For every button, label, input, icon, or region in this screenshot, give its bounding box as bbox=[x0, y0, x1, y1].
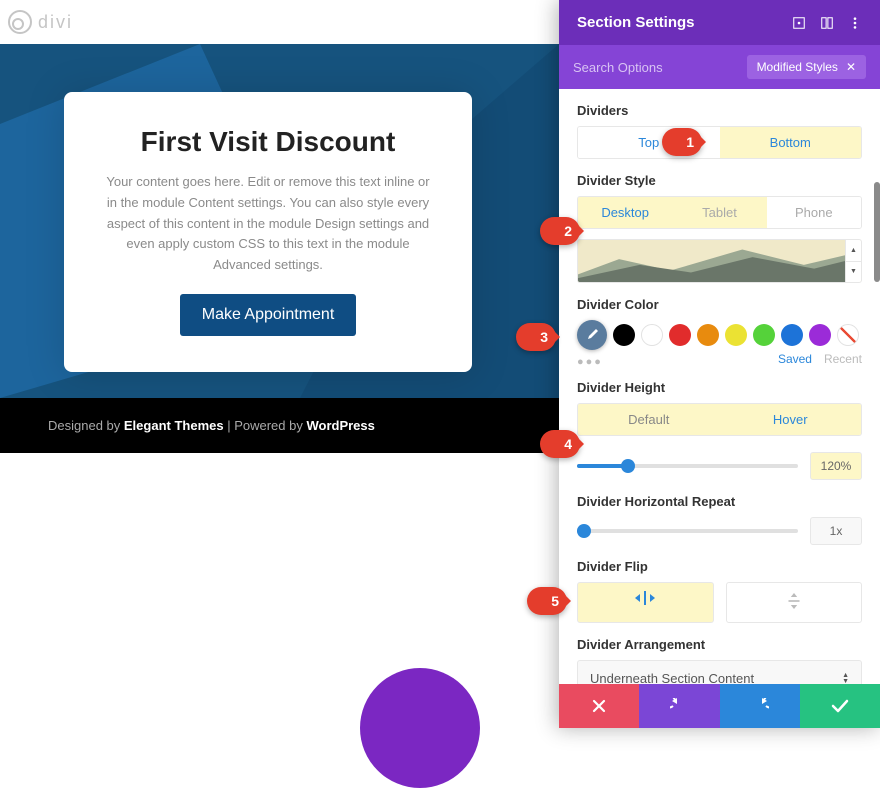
panel-title: Section Settings bbox=[577, 14, 695, 31]
layout-icon[interactable] bbox=[820, 16, 834, 30]
undo-button[interactable] bbox=[639, 684, 719, 728]
swatch-white[interactable] bbox=[641, 324, 663, 346]
dividers-label: Dividers bbox=[577, 103, 862, 118]
color-picker-button[interactable] bbox=[577, 320, 607, 350]
swatch-red[interactable] bbox=[669, 324, 691, 346]
tab-hover[interactable]: Hover bbox=[720, 404, 862, 435]
divi-logo-icon bbox=[8, 10, 32, 34]
divider-repeat-label: Divider Horizontal Repeat bbox=[577, 494, 862, 509]
footer-power: WordPress bbox=[306, 418, 374, 433]
panel-header-actions bbox=[792, 16, 862, 30]
callout-1: 1 bbox=[662, 128, 702, 156]
divider-arrangement-label: Divider Arrangement bbox=[577, 637, 862, 652]
tab-desktop[interactable]: Desktop bbox=[578, 197, 672, 228]
divider-style-preview[interactable]: ▲ ▼ bbox=[577, 239, 862, 283]
modified-styles-filter[interactable]: Modified Styles ✕ bbox=[747, 55, 866, 79]
callout-5: 5 bbox=[527, 587, 567, 615]
flip-vertical-button[interactable] bbox=[726, 582, 863, 623]
slider-thumb[interactable] bbox=[577, 524, 591, 538]
page-preview: divi First Visit Discount Your content g… bbox=[0, 0, 559, 728]
scrollbar-thumb[interactable] bbox=[874, 182, 880, 282]
swatch-orange[interactable] bbox=[697, 324, 719, 346]
slider-thumb[interactable] bbox=[621, 459, 635, 473]
redo-button[interactable] bbox=[720, 684, 800, 728]
divider-height-state: Default Hover bbox=[577, 403, 862, 436]
preview-footer: Designed by Elegant Themes | Powered by … bbox=[0, 398, 559, 453]
divider-style-stepper: ▲ ▼ bbox=[845, 240, 861, 282]
swatch-green[interactable] bbox=[753, 324, 775, 346]
flip-horizontal-button[interactable] bbox=[577, 582, 714, 623]
promo-card: First Visit Discount Your content goes h… bbox=[64, 92, 472, 372]
cancel-button[interactable] bbox=[559, 684, 639, 728]
saved-colors-link[interactable]: Saved bbox=[778, 352, 812, 366]
divider-height-label: Divider Height bbox=[577, 380, 862, 395]
divider-height-slider[interactable] bbox=[577, 464, 798, 468]
preview-topbar: divi bbox=[0, 0, 559, 44]
floating-fab[interactable] bbox=[360, 668, 480, 788]
tab-default[interactable]: Default bbox=[578, 404, 720, 435]
make-appointment-button[interactable]: Make Appointment bbox=[180, 294, 357, 336]
swatch-blue[interactable] bbox=[781, 324, 803, 346]
kebab-menu-icon[interactable] bbox=[848, 16, 862, 30]
callout-3: 3 bbox=[516, 323, 556, 351]
divider-repeat-value[interactable]: 1x bbox=[810, 517, 862, 545]
panel-subheader: Search Options Modified Styles ✕ bbox=[559, 45, 880, 89]
swatch-yellow[interactable] bbox=[725, 324, 747, 346]
divider-flip-buttons bbox=[577, 582, 862, 623]
promo-title: First Visit Discount bbox=[100, 126, 436, 158]
swatch-none[interactable] bbox=[837, 324, 859, 346]
close-icon[interactable]: ✕ bbox=[846, 60, 856, 74]
divider-flip-label: Divider Flip bbox=[577, 559, 862, 574]
stepper-up-icon[interactable]: ▲ bbox=[846, 240, 861, 262]
swatch-black[interactable] bbox=[613, 324, 635, 346]
color-swatches bbox=[577, 320, 862, 350]
divider-style-tabs: Desktop Tablet Phone bbox=[577, 196, 862, 229]
divider-color-label: Divider Color bbox=[577, 297, 862, 312]
divider-height-slider-row: 120% bbox=[577, 452, 862, 480]
expand-icon[interactable] bbox=[792, 16, 806, 30]
divider-height-value[interactable]: 120% bbox=[810, 452, 862, 480]
tab-bottom[interactable]: Bottom bbox=[720, 127, 862, 158]
divider-repeat-slider[interactable] bbox=[577, 529, 798, 533]
panel-header: Section Settings bbox=[559, 0, 880, 45]
divider-arrangement-select[interactable]: Underneath Section Content ▲▼ bbox=[577, 660, 862, 684]
divi-logo: divi bbox=[8, 10, 73, 34]
filter-pill-label: Modified Styles bbox=[757, 60, 838, 74]
tab-phone[interactable]: Phone bbox=[767, 197, 861, 228]
callout-4: 4 bbox=[540, 430, 580, 458]
callout-2: 2 bbox=[540, 217, 580, 245]
saved-recent-row: Saved Recent bbox=[577, 352, 862, 366]
promo-body: Your content goes here. Edit or remove t… bbox=[100, 172, 436, 276]
divider-arrangement-value: Underneath Section Content bbox=[590, 671, 754, 684]
panel-footer-actions bbox=[559, 684, 880, 728]
chevron-updown-icon: ▲▼ bbox=[842, 673, 849, 685]
dividers-toggle: Top Bottom bbox=[577, 126, 862, 159]
panel-body: Dividers Top Bottom Divider Style Deskto… bbox=[559, 89, 880, 684]
divi-logo-text: divi bbox=[38, 12, 73, 33]
stepper-down-icon[interactable]: ▼ bbox=[846, 262, 861, 283]
recent-colors-link[interactable]: Recent bbox=[824, 352, 862, 366]
save-button[interactable] bbox=[800, 684, 880, 728]
divider-style-label: Divider Style bbox=[577, 173, 862, 188]
hero-section: First Visit Discount Your content goes h… bbox=[0, 44, 559, 398]
search-options[interactable]: Search Options bbox=[573, 60, 747, 75]
divider-repeat-slider-row: 1x bbox=[577, 517, 862, 545]
swatch-purple[interactable] bbox=[809, 324, 831, 346]
section-settings-panel: Section Settings Search Options Modified… bbox=[559, 0, 880, 728]
footer-designed-by: Designed by bbox=[48, 418, 124, 433]
tab-tablet[interactable]: Tablet bbox=[672, 197, 766, 228]
footer-sep: | Powered by bbox=[224, 418, 307, 433]
footer-designer: Elegant Themes bbox=[124, 418, 224, 433]
